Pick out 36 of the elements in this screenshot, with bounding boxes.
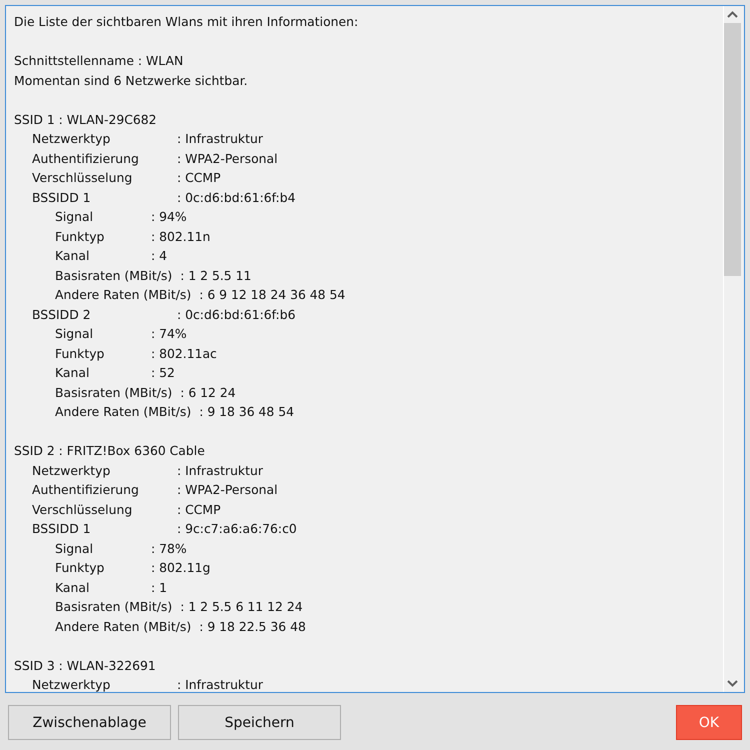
dialog-button[interactable]: Zwischenablage [8, 705, 171, 740]
text-line: Die Liste der sichtbaren Wlans mit ihren Informationen: [14, 13, 360, 31]
info-line: BSSIDD 1 : 9c:c7:a6:a6:76:c0 [31, 520, 298, 538]
text-line: Schnittstellenname : WLAN [14, 52, 184, 70]
info-line: Andere Raten (MBit/s) : 9 18 22.5 36 48 [54, 618, 307, 636]
info-line: Andere Raten (MBit/s) : 6 9 12 18 24 36 48 54 [54, 286, 346, 304]
info-line: Kanal : 4 [54, 247, 168, 265]
info-line: Basisraten (MBit/s) : 1 2 5.5 11 [54, 266, 252, 284]
text-line: Momentan sind 6 Netzwerke sichtbar. [14, 72, 249, 90]
info-line: Funktyp : 802.11n [54, 228, 212, 246]
scrollbar[interactable] [723, 6, 741, 692]
info-line: Signal : 74% [54, 325, 188, 343]
info-line: Netzwerktyp : Infrastruktur [31, 676, 264, 692]
info-line: BSSIDD 1 : 0c:d6:bd:61:6f:b4 [31, 188, 296, 206]
info-line: Verschlüsselung : CCMP [31, 169, 222, 187]
info-line: Funktyp : 802.11g [54, 559, 212, 577]
info-line: Andere Raten (MBit/s) : 9 18 36 48 54 [54, 403, 296, 421]
info-line: Authentifizierung : WPA2-Personal [31, 481, 279, 499]
info-line: Basisraten (MBit/s) : 6 12 24 [54, 384, 237, 402]
info-line: Funktyp : 802.11ac [54, 344, 218, 363]
info-line: Kanal : 52 [54, 364, 176, 382]
dialog-button[interactable]: Speichern [178, 705, 341, 740]
info-text-area[interactable] [5, 5, 745, 693]
info-line: Netzwerktyp : Infrastruktur [31, 462, 264, 480]
info-line: BSSIDD 2 : 0c:d6:bd:61:6f:b6 [31, 306, 296, 324]
text-line: SSID 3 : WLAN-322691 [14, 656, 157, 674]
info-line: Signal : 78% [54, 540, 188, 558]
text-line: SSID 1 : WLAN-29C682 [14, 110, 158, 128]
info-line: Basisraten (MBit/s) : 1 2 5.5 6 11 12 24 [54, 598, 304, 616]
info-line: Verschlüsselung : CCMP [31, 500, 222, 519]
info-line: Kanal : 1 [54, 578, 168, 596]
text-line: SSID 2 : FRITZ!Box 6360 Cable [14, 442, 206, 460]
info-line: Signal : 94% [54, 208, 188, 226]
info-line: Authentifizierung : WPA2-Personal [31, 150, 279, 168]
info-line: Netzwerktyp : Infrastruktur [31, 130, 264, 148]
scrollbar-thumb[interactable] [724, 23, 741, 276]
